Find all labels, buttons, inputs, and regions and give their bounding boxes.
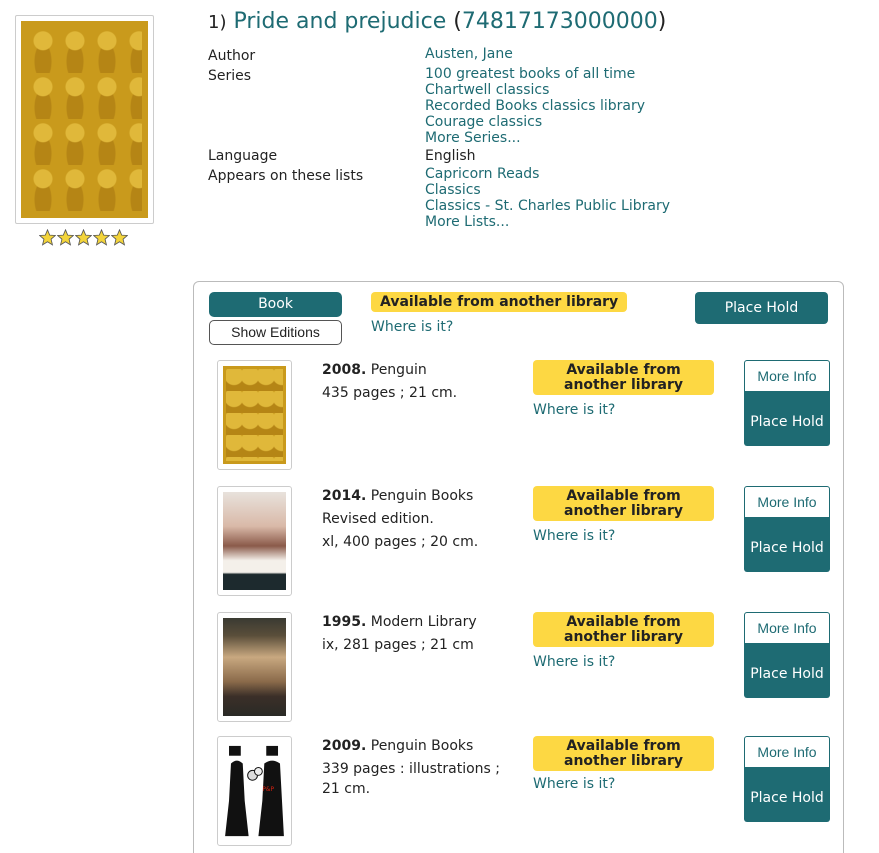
edition-publisher: Modern Library [370,614,477,630]
cover-image [21,21,148,218]
format-panel: Book Show Editions Available from anothe… [193,281,844,853]
edition-year: 2008. [322,362,367,378]
edition-row: 2014. Penguin Books Revised edition. xl,… [217,486,832,596]
language-value: English [425,148,476,164]
record-metadata: Author Austen, Jane Series 100 greatest … [208,46,670,230]
edition-place-hold-button[interactable]: Place Hold [744,392,830,446]
edition-where-link[interactable]: Where is it? [533,654,615,670]
edition-year: 2009. [322,738,367,754]
lists-label: Appears on these lists [208,168,364,184]
show-editions-button[interactable]: Show Editions [209,320,342,345]
more-info-button[interactable]: More Info [744,612,830,644]
author-link[interactable]: Austen, Jane [425,46,513,62]
edition-info: 2009. Penguin Books 339 pages : illustra… [322,736,522,799]
edition-cover[interactable] [217,612,292,722]
list-link[interactable]: Classics [425,182,670,198]
edition-cover[interactable] [217,486,292,596]
edition-availability-badge: Available from another library [533,486,714,521]
series-link[interactable]: 100 greatest books of all time [425,66,645,82]
author-label: Author [208,48,256,64]
edition-place-hold-button[interactable]: Place Hold [744,518,830,572]
language-label: Language [208,148,278,164]
edition-availability-badge: Available from another library [533,360,714,395]
edition-info: 1995. Modern Library ix, 281 pages ; 21 … [322,612,522,655]
edition-where-link[interactable]: Where is it? [533,528,615,544]
star-icon[interactable] [39,229,56,246]
more-info-button[interactable]: More Info [744,486,830,518]
format-book-button[interactable]: Book [209,292,342,317]
where-is-it-link[interactable]: Where is it? [371,319,453,335]
edition-publisher: Penguin Books [370,488,474,504]
edition-details: ix, 281 pages ; 21 cm [322,637,474,653]
record-title-line: 1) Pride and prejudice (74817173000000) [208,9,666,34]
book-cover[interactable] [15,15,154,224]
silhouette-illustration: P&P [225,745,284,837]
availability-badge: Available from another library [371,292,628,312]
list-link[interactable]: Classics - St. Charles Public Library [425,198,670,214]
edition-details: xl, 400 pages ; 20 cm. [322,534,479,550]
edition-where-link[interactable]: Where is it? [533,776,615,792]
star-icon[interactable] [111,229,128,246]
series-link[interactable]: Recorded Books classics library [425,98,645,114]
edition-cover-image [223,366,286,464]
edition-year: 1995. [322,614,367,630]
series-label: Series [208,68,252,84]
more-info-button[interactable]: More Info [744,736,830,768]
svg-text:P&P: P&P [262,787,274,793]
star-icon[interactable] [57,229,74,246]
edition-details: 339 pages : illustrations ; 21 cm. [322,761,500,797]
paren-close: ) [657,9,667,34]
series-link[interactable]: Chartwell classics [425,82,645,98]
edition-cover[interactable]: P&P [217,736,292,846]
more-info-button[interactable]: More Info [744,360,830,392]
list-link[interactable]: Capricorn Reads [425,166,670,182]
edition-availability-badge: Available from another library [533,736,714,771]
paren-open: ( [453,9,462,34]
edition-availability-badge: Available from another library [533,612,714,647]
series-link[interactable]: Courage classics [425,114,645,130]
edition-row: 1995. Modern Library ix, 281 pages ; 21 … [217,612,832,722]
edition-place-hold-button[interactable]: Place Hold [744,768,830,822]
record-title-link[interactable]: Pride and prejudice [233,9,446,34]
edition-place-hold-button[interactable]: Place Hold [744,644,830,698]
rating-stars[interactable] [39,229,128,246]
edition-row: 2008. Penguin 435 pages ; 21 cm. Availab… [217,360,832,470]
edition-publisher: Penguin Books [370,738,474,754]
edition-publisher: Penguin [370,362,427,378]
edition-details: Revised edition. [322,511,434,527]
edition-cover-image [223,492,286,590]
place-hold-button[interactable]: Place Hold [695,292,828,324]
edition-cover[interactable] [217,360,292,470]
star-icon[interactable] [93,229,110,246]
edition-cover-image [223,618,286,716]
result-number: 1) [208,12,227,33]
star-icon[interactable] [75,229,92,246]
edition-info: 2008. Penguin 435 pages ; 21 cm. [322,360,522,403]
edition-where-link[interactable]: Where is it? [533,402,615,418]
edition-info: 2014. Penguin Books Revised edition. xl,… [322,486,522,552]
more-series-link[interactable]: More Series... [425,130,645,146]
isbn-link[interactable]: 74817173000000 [462,9,658,34]
edition-cover-image: P&P [223,742,286,840]
more-lists-link[interactable]: More Lists... [425,214,670,230]
edition-details: 435 pages ; 21 cm. [322,385,458,401]
edition-year: 2014. [322,488,367,504]
edition-row: P&P 2009. Penguin Books 339 pages : illu… [217,736,832,846]
